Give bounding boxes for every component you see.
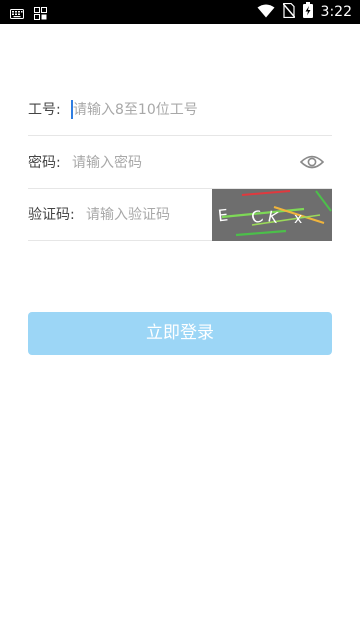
captcha-image[interactable]: E C K x <box>212 189 332 241</box>
battery-charging-icon <box>302 2 313 22</box>
wifi-icon <box>257 3 275 22</box>
employee-id-row: 工号: <box>28 84 332 136</box>
status-right-icons: 3:22 <box>257 2 352 22</box>
password-input[interactable] <box>72 151 292 175</box>
status-left-icons <box>10 5 47 24</box>
status-time: 3:22 <box>320 4 352 20</box>
password-label: 密码: <box>28 155 61 171</box>
login-button[interactable]: 立即登录 <box>28 312 332 355</box>
captcha-char: E <box>217 205 229 225</box>
captcha-char: x <box>294 211 302 227</box>
captcha-char: C <box>249 206 265 228</box>
captcha-row: 验证码: E C K x <box>28 189 332 241</box>
captcha-label: 验证码: <box>28 207 75 223</box>
password-row: 密码: <box>28 137 332 189</box>
eye-icon[interactable] <box>299 153 325 171</box>
app-grid-icon <box>34 5 47 24</box>
captcha-input[interactable] <box>86 203 206 227</box>
no-sim-icon <box>282 2 296 22</box>
status-bar: 3:22 <box>0 0 360 24</box>
employee-id-input[interactable] <box>73 98 328 122</box>
keyboard-icon <box>10 5 24 24</box>
employee-id-label: 工号: <box>28 102 61 118</box>
captcha-char: K <box>266 207 281 227</box>
